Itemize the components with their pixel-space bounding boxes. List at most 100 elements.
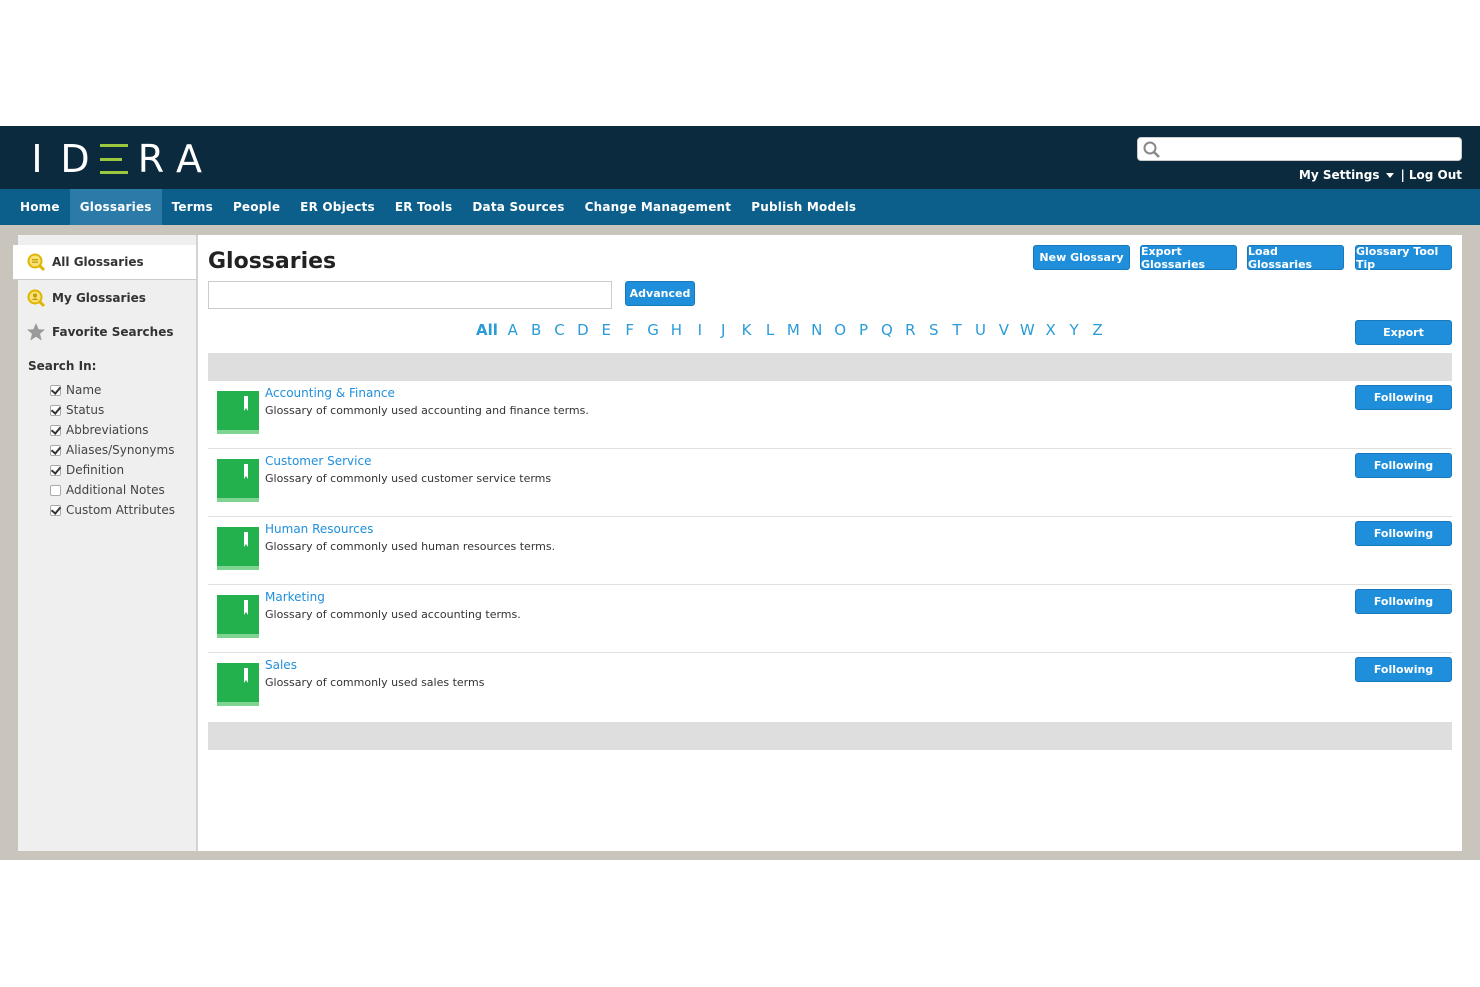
nav-data-sources[interactable]: Data Sources bbox=[462, 189, 574, 225]
alpha-letter[interactable]: K bbox=[735, 321, 758, 339]
app-frame: I D R A My Settings | Log Out Home Gloss… bbox=[0, 126, 1480, 860]
glossary-title-link[interactable]: Accounting & Finance bbox=[265, 386, 395, 400]
option-status[interactable]: Status bbox=[50, 400, 175, 420]
following-button[interactable]: Following bbox=[1355, 385, 1452, 410]
alpha-letter[interactable]: M bbox=[782, 321, 805, 339]
option-label: Additional Notes bbox=[66, 483, 165, 497]
glossary-row: Marketing Glossary of commonly used acco… bbox=[208, 585, 1452, 653]
option-label: Custom Attributes bbox=[66, 503, 176, 517]
glossary-title-link[interactable]: Human Resources bbox=[265, 522, 373, 536]
page-title: Glossaries bbox=[208, 249, 337, 274]
checkbox[interactable] bbox=[50, 504, 61, 516]
option-label: Status bbox=[66, 403, 105, 417]
alpha-letter[interactable]: R bbox=[899, 321, 922, 339]
checkbox[interactable] bbox=[50, 404, 61, 416]
alphabet-filter: All A B C D E F G H I J K L M N O P Q R … bbox=[473, 321, 1109, 339]
option-additional-notes[interactable]: Additional Notes bbox=[50, 480, 175, 500]
option-aliases[interactable]: Aliases/Synonyms bbox=[50, 440, 175, 460]
nav-people[interactable]: People bbox=[223, 189, 290, 225]
nav-glossaries[interactable]: Glossaries bbox=[69, 189, 162, 225]
book-icon bbox=[217, 459, 259, 502]
nav-er-objects[interactable]: ER Objects bbox=[290, 189, 385, 225]
alpha-letter[interactable]: N bbox=[805, 321, 828, 339]
alpha-letter[interactable]: I bbox=[688, 321, 711, 339]
option-custom-attributes[interactable]: Custom Attributes bbox=[50, 500, 175, 520]
nav-change-management[interactable]: Change Management bbox=[575, 189, 742, 225]
logo-letter: I bbox=[31, 137, 43, 181]
user-links: My Settings | Log Out bbox=[1299, 168, 1462, 182]
separator: | bbox=[1400, 168, 1405, 182]
option-abbreviations[interactable]: Abbreviations bbox=[50, 420, 175, 440]
alpha-letter[interactable]: B bbox=[524, 321, 547, 339]
sidebar-item-label: All Glossaries bbox=[52, 255, 144, 269]
checkbox[interactable] bbox=[50, 384, 61, 396]
nav-publish-models[interactable]: Publish Models bbox=[741, 189, 866, 225]
alpha-letter[interactable]: F bbox=[618, 321, 641, 339]
alpha-letter[interactable]: P bbox=[852, 321, 875, 339]
alpha-letter[interactable]: G bbox=[641, 321, 664, 339]
nav-er-tools[interactable]: ER Tools bbox=[385, 189, 463, 225]
alpha-letter[interactable]: S bbox=[922, 321, 945, 339]
checkbox[interactable] bbox=[50, 464, 61, 476]
idera-logo[interactable]: I D R A bbox=[18, 137, 208, 181]
alpha-letter[interactable]: D bbox=[571, 321, 594, 339]
alpha-letter[interactable]: W bbox=[1016, 321, 1039, 339]
checkbox[interactable] bbox=[50, 424, 61, 436]
following-button[interactable]: Following bbox=[1355, 453, 1452, 478]
my-settings-link[interactable]: My Settings bbox=[1299, 168, 1380, 182]
book-icon bbox=[217, 663, 259, 706]
alpha-all[interactable]: All bbox=[473, 321, 501, 339]
alpha-letter[interactable]: O bbox=[828, 321, 851, 339]
logo-e-mark bbox=[94, 144, 132, 174]
new-glossary-button[interactable]: New Glossary bbox=[1033, 245, 1130, 270]
alpha-letter[interactable]: X bbox=[1039, 321, 1062, 339]
load-glossaries-button[interactable]: Load Glossaries bbox=[1247, 245, 1344, 271]
glossary-description: Glossary of commonly used human resource… bbox=[265, 540, 556, 553]
checkbox[interactable] bbox=[50, 444, 61, 456]
chevron-down-icon[interactable] bbox=[1386, 172, 1395, 178]
glossary-title-link[interactable]: Sales bbox=[265, 658, 297, 672]
glossary-search-input[interactable] bbox=[208, 281, 612, 309]
alpha-letter[interactable]: L bbox=[758, 321, 781, 339]
sidebar-item-all-glossaries[interactable]: All Glossaries bbox=[13, 245, 196, 279]
top-header: I D R A My Settings | Log Out bbox=[0, 126, 1480, 189]
log-out-link[interactable]: Log Out bbox=[1409, 168, 1462, 182]
alpha-letter[interactable]: T bbox=[945, 321, 968, 339]
main-nav: Home Glossaries Terms People ER Objects … bbox=[0, 189, 1480, 225]
option-label: Definition bbox=[66, 463, 125, 477]
option-definition[interactable]: Definition bbox=[50, 460, 175, 480]
alpha-letter[interactable]: J bbox=[712, 321, 735, 339]
sidebar-item-label: Favorite Searches bbox=[52, 325, 174, 339]
alpha-letter[interactable]: A bbox=[501, 321, 524, 339]
glossary-tool-tip-button[interactable]: Glossary Tool Tip bbox=[1355, 245, 1452, 271]
option-name[interactable]: Name bbox=[50, 380, 175, 400]
option-label: Aliases/Synonyms bbox=[66, 443, 175, 457]
following-button[interactable]: Following bbox=[1355, 521, 1452, 546]
glossary-row: Customer Service Glossary of commonly us… bbox=[208, 449, 1452, 517]
nav-home[interactable]: Home bbox=[10, 189, 70, 225]
alpha-letter[interactable]: H bbox=[665, 321, 688, 339]
alpha-letter[interactable]: U bbox=[969, 321, 992, 339]
alpha-letter[interactable]: Q bbox=[875, 321, 898, 339]
export-glossaries-button[interactable]: Export Glossaries bbox=[1140, 245, 1237, 271]
sidebar-item-favorite-searches[interactable]: Favorite Searches bbox=[18, 315, 198, 349]
glossary-title-link[interactable]: Marketing bbox=[265, 590, 325, 604]
alpha-letter[interactable]: Y bbox=[1062, 321, 1085, 339]
search-icon bbox=[26, 252, 46, 272]
glossary-title-link[interactable]: Customer Service bbox=[265, 454, 371, 468]
following-button[interactable]: Following bbox=[1355, 589, 1452, 614]
global-search-input[interactable] bbox=[1137, 137, 1462, 161]
alpha-letter[interactable]: V bbox=[992, 321, 1015, 339]
checkbox[interactable] bbox=[50, 484, 61, 496]
glossary-row: Accounting & Finance Glossary of commonl… bbox=[208, 381, 1452, 449]
export-button[interactable]: Export bbox=[1355, 320, 1452, 345]
sidebar-item-my-glossaries[interactable]: My Glossaries bbox=[18, 281, 198, 315]
alpha-letter[interactable]: C bbox=[548, 321, 571, 339]
alpha-letter[interactable]: E bbox=[595, 321, 618, 339]
logo-letter: A bbox=[176, 137, 202, 181]
search-icon bbox=[1143, 141, 1160, 158]
following-button[interactable]: Following bbox=[1355, 657, 1452, 682]
nav-terms[interactable]: Terms bbox=[162, 189, 223, 225]
advanced-button[interactable]: Advanced bbox=[625, 281, 695, 306]
alpha-letter[interactable]: Z bbox=[1086, 321, 1109, 339]
